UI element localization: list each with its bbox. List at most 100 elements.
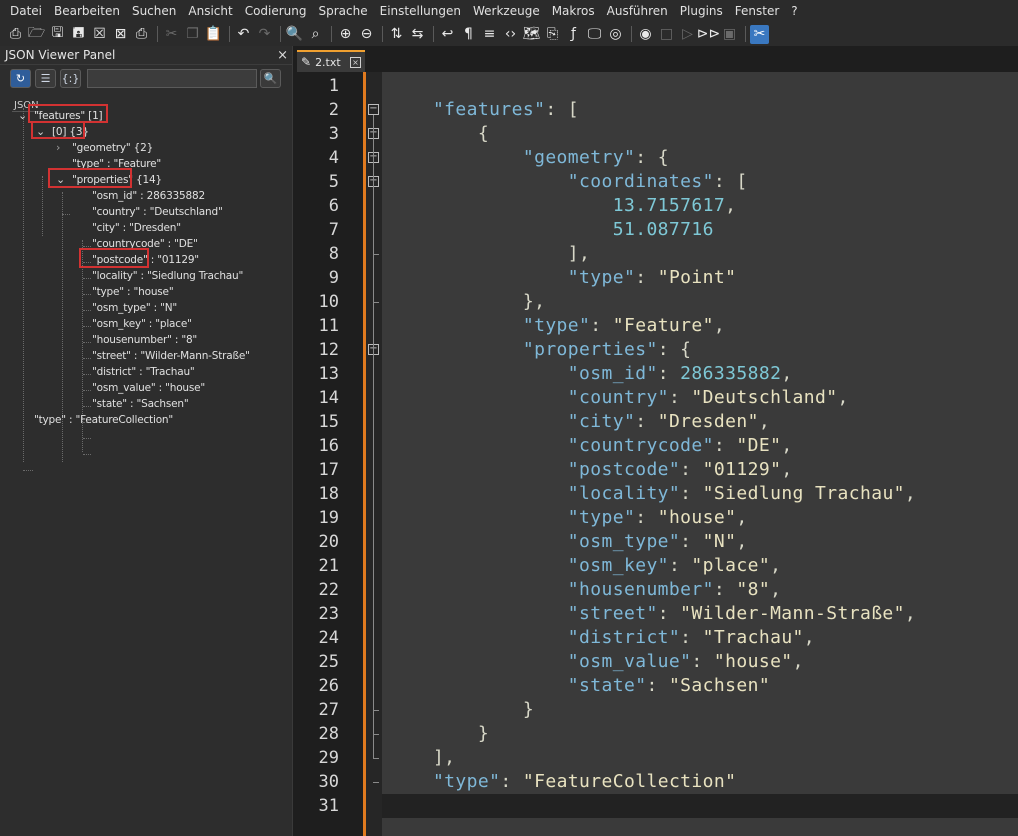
toolbar-separator: [382, 26, 383, 42]
menu-item[interactable]: Datei: [4, 0, 48, 22]
menu-item[interactable]: Einstellungen: [374, 0, 467, 22]
tree-node[interactable]: "state" : "Sachsen": [92, 396, 189, 412]
code-token: "Feature": [612, 315, 714, 336]
code-token: "Siedlung Trachau": [702, 483, 905, 504]
monitor-icon[interactable]: 🖵: [585, 25, 604, 44]
folder-as-workspace-icon[interactable]: ◎: [606, 25, 625, 44]
pencil-icon: ✎: [301, 55, 312, 69]
indent-guide-icon[interactable]: ≡: [480, 25, 499, 44]
copy-icon[interactable]: ❐: [183, 25, 202, 44]
xml-tag-icon[interactable]: ‹›: [501, 25, 520, 44]
tree-node[interactable]: "geometry" {2}: [72, 140, 153, 156]
code-token: :: [691, 651, 714, 672]
clipboard-icon[interactable]: ⎘: [543, 25, 562, 44]
show-all-chars-icon[interactable]: ¶: [459, 25, 478, 44]
code-token: "FeatureCollection": [522, 771, 737, 792]
paste-icon[interactable]: 📋: [204, 25, 223, 44]
save-all-icon[interactable]: 🖪: [69, 25, 88, 44]
tree-node[interactable]: "district" : "Trachau": [92, 364, 195, 380]
menu-item[interactable]: Fenster: [729, 0, 786, 22]
record-macro-icon[interactable]: ◉: [636, 25, 655, 44]
code-token: "type": [388, 507, 636, 528]
menu-item[interactable]: Werkzeuge: [467, 0, 546, 22]
menu-item[interactable]: Makros: [546, 0, 601, 22]
document-map-icon[interactable]: 🗺: [522, 25, 541, 44]
code-line: },: [388, 290, 545, 314]
redo-icon[interactable]: ↷: [255, 25, 274, 44]
code-token: 286335882: [680, 363, 782, 384]
code-line: "osm_key": "place",: [388, 554, 781, 578]
code-token: ,: [792, 651, 804, 672]
tree-node[interactable]: "city" : "Dresden": [92, 220, 181, 236]
cut-icon[interactable]: ✂: [162, 25, 181, 44]
zoom-in-icon[interactable]: ⊕: [336, 25, 355, 44]
json-tree: JSON ⌄ "features" [1] ⌄ [0] {3} › "geometry" …: [0, 96, 292, 836]
code-token: : [: [713, 171, 748, 192]
code-token: "city": [388, 411, 636, 432]
replace-icon[interactable]: ⌕: [306, 25, 325, 44]
tree-node[interactable]: "osm_value" : "house": [92, 380, 205, 396]
code-line: "geometry": {: [388, 146, 669, 170]
code-token: "geometry": [388, 147, 636, 168]
menu-item[interactable]: Ansicht: [182, 0, 238, 22]
toolbar-separator: [331, 26, 332, 42]
tab-bar: ✎ 2.txt ×: [297, 46, 1018, 72]
code-line: "type": "Feature",: [388, 314, 725, 338]
tree-node[interactable]: "osm_key" : "place": [92, 316, 192, 332]
undo-icon[interactable]: ↶: [234, 25, 253, 44]
word-wrap-icon[interactable]: ↩: [438, 25, 457, 44]
menu-item[interactable]: Sprache: [313, 0, 374, 22]
find-icon[interactable]: 🔍: [285, 25, 304, 44]
line-number: 6: [328, 196, 339, 216]
tree-node[interactable]: "type" : "FeatureCollection": [34, 412, 173, 428]
tree-node[interactable]: "housenumber" : "8": [92, 332, 197, 348]
tree-node[interactable]: "locality" : "Siedlung Trachau": [92, 268, 243, 284]
toolbar-separator: [745, 26, 746, 42]
code-line: "postcode": "01129",: [388, 458, 793, 482]
sync-vertical-icon[interactable]: ⇅: [387, 25, 406, 44]
search-icon[interactable]: 🔍: [260, 68, 281, 88]
menu-item[interactable]: Bearbeiten: [48, 0, 126, 22]
tree-node[interactable]: "osm_type" : "N": [92, 300, 177, 316]
save-icon[interactable]: 🖫: [48, 25, 67, 44]
stop-record-icon[interactable]: □: [657, 25, 676, 44]
panel-search-input[interactable]: [87, 68, 257, 88]
tab-2-txt[interactable]: ✎ 2.txt ×: [297, 50, 365, 72]
tree-node[interactable]: "street" : "Wilder-Mann-Straße": [92, 348, 250, 364]
fold-toggle-icon[interactable]: −: [368, 104, 379, 115]
menu-item[interactable]: Suchen: [126, 0, 182, 22]
menu-item[interactable]: Plugins: [674, 0, 729, 22]
run-macro-multiple-icon[interactable]: ⊳⊳: [697, 25, 720, 44]
format-json-icon[interactable]: {:}: [60, 68, 81, 88]
tree-node[interactable]: "country" : "Deutschland": [92, 204, 223, 220]
save-macro-icon[interactable]: ▣: [720, 25, 739, 44]
close-all-icon[interactable]: ⊠: [111, 25, 130, 44]
close-icon[interactable]: ☒: [90, 25, 109, 44]
print-icon[interactable]: ⎙: [132, 25, 151, 44]
current-line-highlight: [382, 794, 1018, 818]
open-file-icon[interactable]: 🗁: [27, 25, 46, 44]
code-token: {: [388, 123, 490, 144]
menu-item[interactable]: Codierung: [239, 0, 313, 22]
panel-close-button[interactable]: ×: [277, 48, 288, 63]
menu-item[interactable]: Ausführen: [601, 0, 674, 22]
chevron-down-icon[interactable]: ⌄: [18, 108, 27, 124]
code-line: ],: [388, 242, 590, 266]
code-token: "Point": [657, 267, 737, 288]
tree-node[interactable]: "type" : "house": [92, 284, 174, 300]
sync-horizontal-icon[interactable]: ⇆: [408, 25, 427, 44]
tree-connector-line: [83, 278, 91, 279]
validate-icon[interactable]: ☰: [35, 68, 56, 88]
json-viewer-icon[interactable]: ✂: [750, 24, 769, 44]
new-file-icon[interactable]: ⎙: [6, 25, 25, 44]
code-token: 13.7157617: [388, 195, 726, 216]
refresh-icon[interactable]: ↻: [10, 68, 31, 88]
tab-close-button[interactable]: ×: [350, 56, 361, 68]
zoom-out-icon[interactable]: ⊖: [357, 25, 376, 44]
red-highlight-box: [48, 168, 132, 188]
tree-node[interactable]: "osm_id" : 286335882: [92, 188, 205, 204]
function-list-icon[interactable]: ƒ: [564, 25, 583, 44]
menu-item[interactable]: ?: [785, 0, 803, 22]
play-macro-icon[interactable]: ▷: [678, 25, 697, 44]
chevron-right-icon[interactable]: ›: [56, 140, 60, 156]
